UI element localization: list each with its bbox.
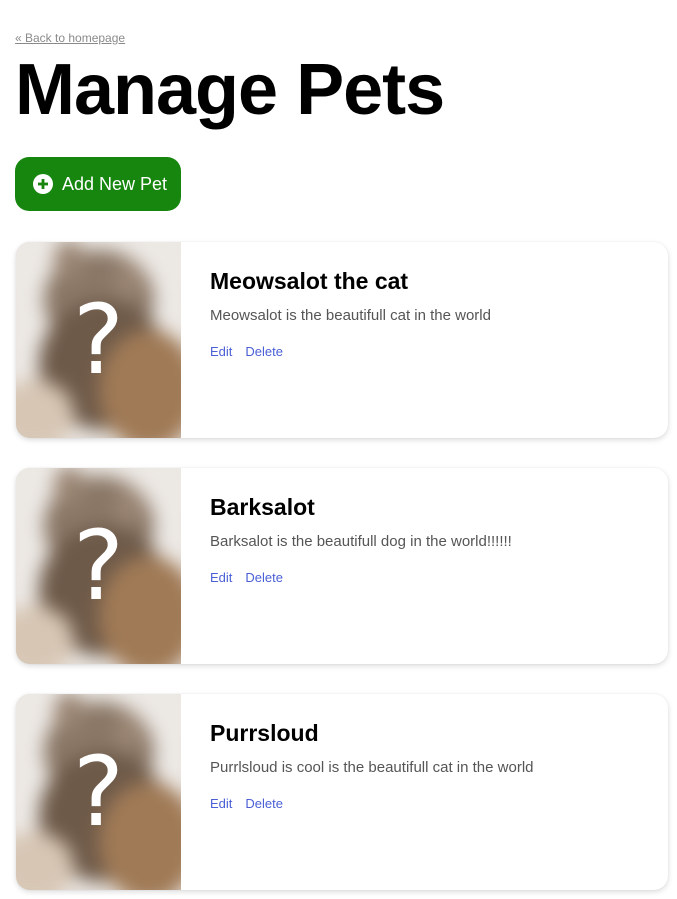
pet-description: Meowsalot is the beautifull cat in the w… — [210, 307, 491, 324]
page: « Back to homepage Manage Pets Add New P… — [0, 0, 677, 899]
pet-name: Meowsalot the cat — [210, 268, 409, 294]
pet-card: ? Meowsalot the cat Meowsalot is the bea… — [16, 242, 668, 438]
pet-photo-placeholder: ? — [16, 242, 181, 438]
delete-pet-link[interactable]: Delete — [245, 344, 283, 359]
unknown-image-icon: ? — [73, 736, 124, 848]
pet-description: Barksalot is the beautifull dog in the w… — [210, 533, 512, 550]
pet-description: Purrlsloud is cool is the beautifull cat… — [210, 759, 534, 776]
pet-card: ? Purrsloud Purrlsloud is cool is the be… — [16, 694, 668, 890]
add-new-pet-button[interactable]: Add New Pet — [15, 157, 181, 211]
add-new-pet-label: Add New Pet — [62, 173, 168, 194]
plus-circle-icon — [33, 174, 53, 194]
edit-pet-link[interactable]: Edit — [210, 796, 232, 811]
pet-name: Purrsloud — [210, 720, 319, 746]
unknown-image-icon: ? — [73, 510, 124, 622]
edit-pet-link[interactable]: Edit — [210, 570, 232, 585]
edit-pet-link[interactable]: Edit — [210, 344, 232, 359]
pet-name: Barksalot — [210, 494, 315, 520]
delete-pet-link[interactable]: Delete — [245, 570, 283, 585]
back-to-homepage-link[interactable]: « Back to homepage — [15, 31, 125, 45]
unknown-image-icon: ? — [73, 284, 124, 396]
pet-card: ? Barksalot Barksalot is the beautifull … — [16, 468, 668, 664]
pet-photo-placeholder: ? — [16, 694, 181, 890]
page-title: Manage Pets — [15, 50, 445, 130]
delete-pet-link[interactable]: Delete — [245, 796, 283, 811]
pet-photo-placeholder: ? — [16, 468, 181, 664]
